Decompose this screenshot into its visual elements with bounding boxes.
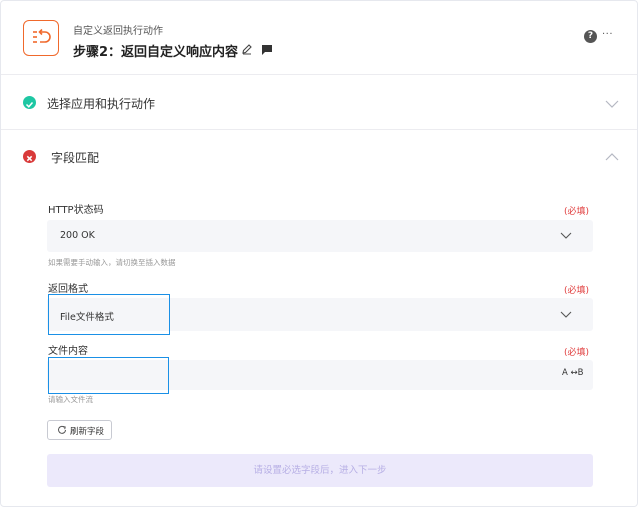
section-title-field-match: 字段匹配 (51, 151, 100, 165)
edit-icon[interactable] (241, 43, 253, 55)
required-badge: (必填) (563, 207, 589, 217)
file-content-hint: 请输入文件流 (48, 395, 93, 404)
step-title: 步骤2：返回自定义响应内容 (73, 45, 239, 60)
chevron-up-icon[interactable] (605, 152, 619, 162)
refresh-fields-label: 刷新字段 (70, 427, 105, 437)
http-status-value: 200 OK (60, 230, 95, 241)
http-status-hint: 如果需要手动输入，请切换至插入数据 (48, 258, 176, 267)
next-step-button[interactable]: 请设置必选字段后，进入下一步 (47, 454, 593, 487)
error-x-icon (23, 150, 36, 163)
section-title-select-app: 选择应用和执行动作 (47, 97, 156, 111)
required-badge: (必填) (563, 348, 589, 358)
return-format-label: 返回格式 (48, 284, 88, 295)
comment-icon[interactable] (261, 44, 273, 56)
chevron-down-icon[interactable] (605, 99, 619, 109)
chevron-down-icon (560, 311, 572, 318)
insert-data-toggle[interactable]: A ↔B (562, 368, 583, 378)
success-check-icon (23, 96, 36, 109)
refresh-icon (58, 425, 66, 434)
highlight-box-file-content (48, 357, 169, 394)
help-icon[interactable]: ? (584, 30, 597, 43)
chevron-down-icon (560, 232, 572, 239)
http-status-select[interactable]: 200 OK (47, 220, 593, 252)
refresh-fields-button[interactable]: 刷新字段 (47, 420, 112, 440)
step-header: 自定义返回执行动作 步骤2：返回自定义响应内容 ? ··· (1, 1, 637, 75)
required-badge: (必填) (563, 286, 589, 296)
return-action-icon (23, 20, 59, 56)
http-status-label: HTTP状态码 (48, 205, 104, 216)
file-content-label: 文件内容 (48, 346, 88, 357)
highlight-box-return-format (48, 294, 170, 335)
step-panel: 自定义返回执行动作 步骤2：返回自定义响应内容 ? ··· 选择应用和执行动作 … (0, 0, 638, 507)
more-icon[interactable]: ··· (602, 29, 613, 40)
step-subtitle: 自定义返回执行动作 (73, 26, 163, 37)
section-select-app[interactable]: 选择应用和执行动作 (1, 76, 637, 130)
